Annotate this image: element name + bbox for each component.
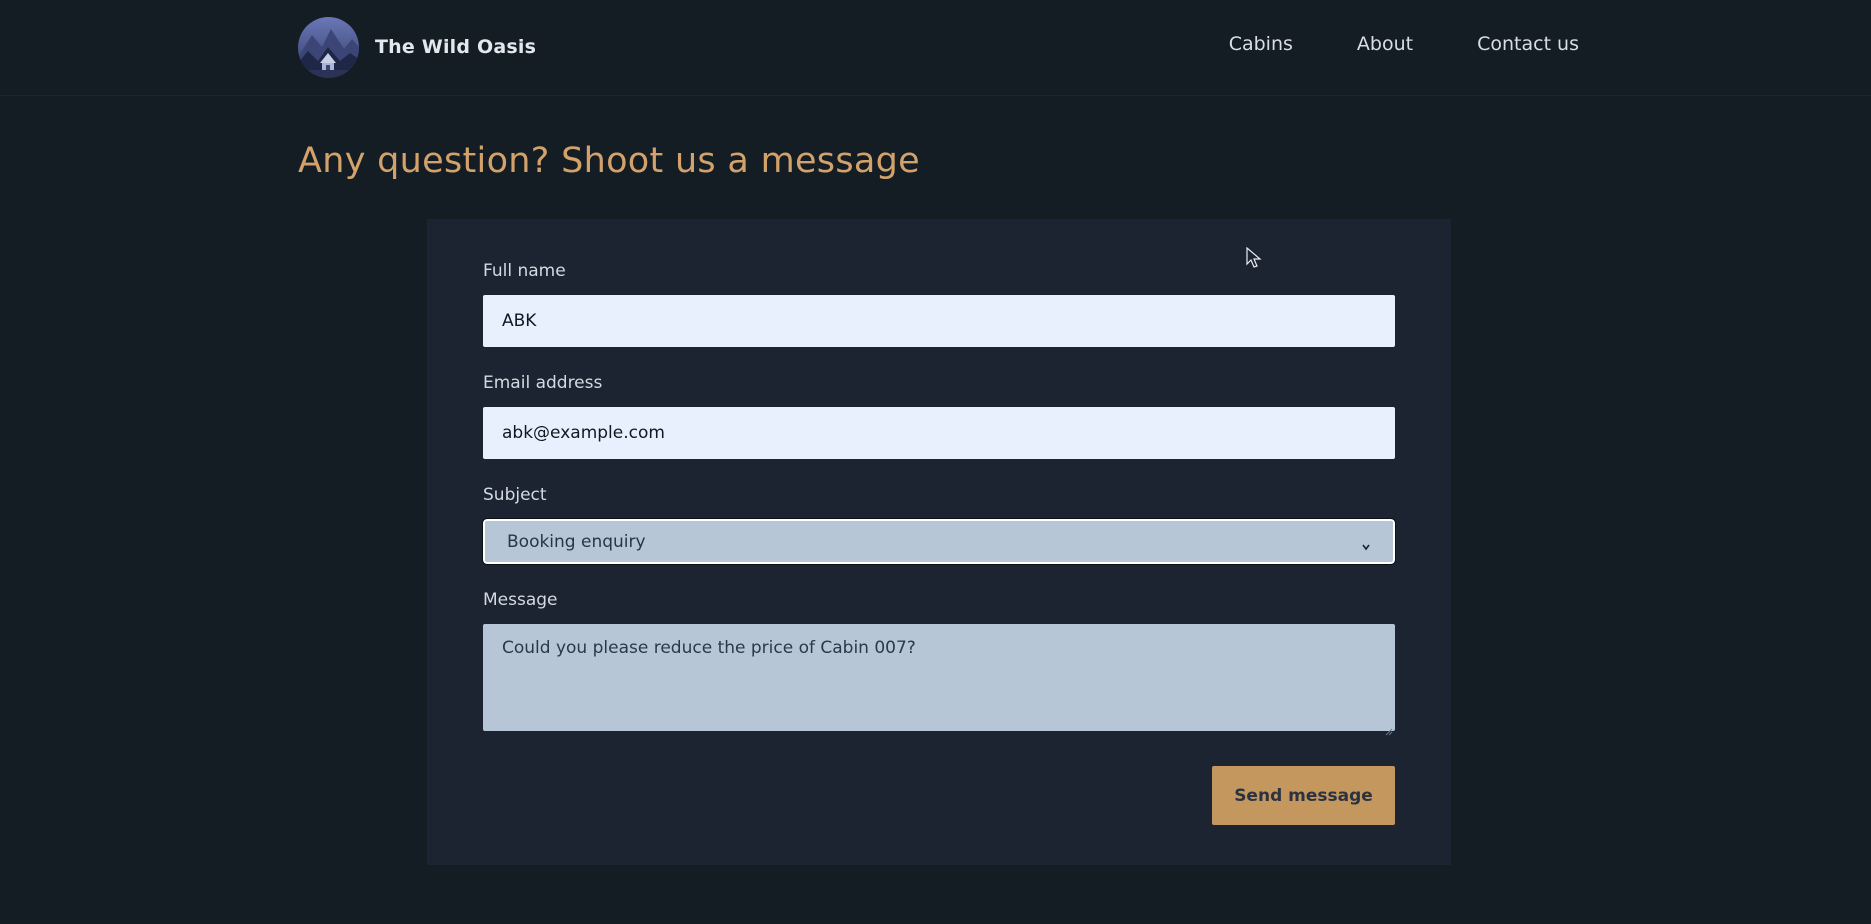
subject-selected-value: Booking enquiry (507, 531, 646, 552)
email-input[interactable]: abk@example.com (483, 407, 1395, 459)
nav-cabins[interactable]: Cabins (1229, 33, 1293, 55)
page-title: Any question? Shoot us a message (298, 141, 920, 181)
message-text: Could you please reduce the price of Cab… (502, 638, 916, 658)
subject-select[interactable]: Booking enquiry (482, 518, 1396, 565)
cabin-mountain-logo-icon (298, 16, 359, 78)
send-message-button[interactable]: Send message (1212, 766, 1395, 825)
nav-about[interactable]: About (1357, 33, 1413, 55)
chevron-down-icon (1361, 537, 1371, 550)
mouse-cursor-icon (1246, 246, 1262, 269)
resize-handle-icon[interactable] (1385, 721, 1393, 736)
full-name-input[interactable]: ABK (483, 295, 1395, 347)
email-label: Email address (483, 373, 603, 393)
brand-name: The Wild Oasis (375, 36, 537, 58)
nav-contact-us[interactable]: Contact us (1477, 33, 1579, 55)
subject-label: Subject (483, 485, 547, 505)
main-nav: Cabins About Contact us (1229, 33, 1579, 55)
brand-link[interactable]: The Wild Oasis (298, 16, 537, 78)
full-name-label: Full name (483, 261, 566, 281)
message-textarea[interactable]: Could you please reduce the price of Cab… (483, 624, 1395, 736)
site-header: The Wild Oasis Cabins About Contact us (0, 0, 1871, 96)
contact-form: Full name ABK Email address abk@example.… (427, 219, 1451, 865)
message-label: Message (483, 590, 558, 610)
